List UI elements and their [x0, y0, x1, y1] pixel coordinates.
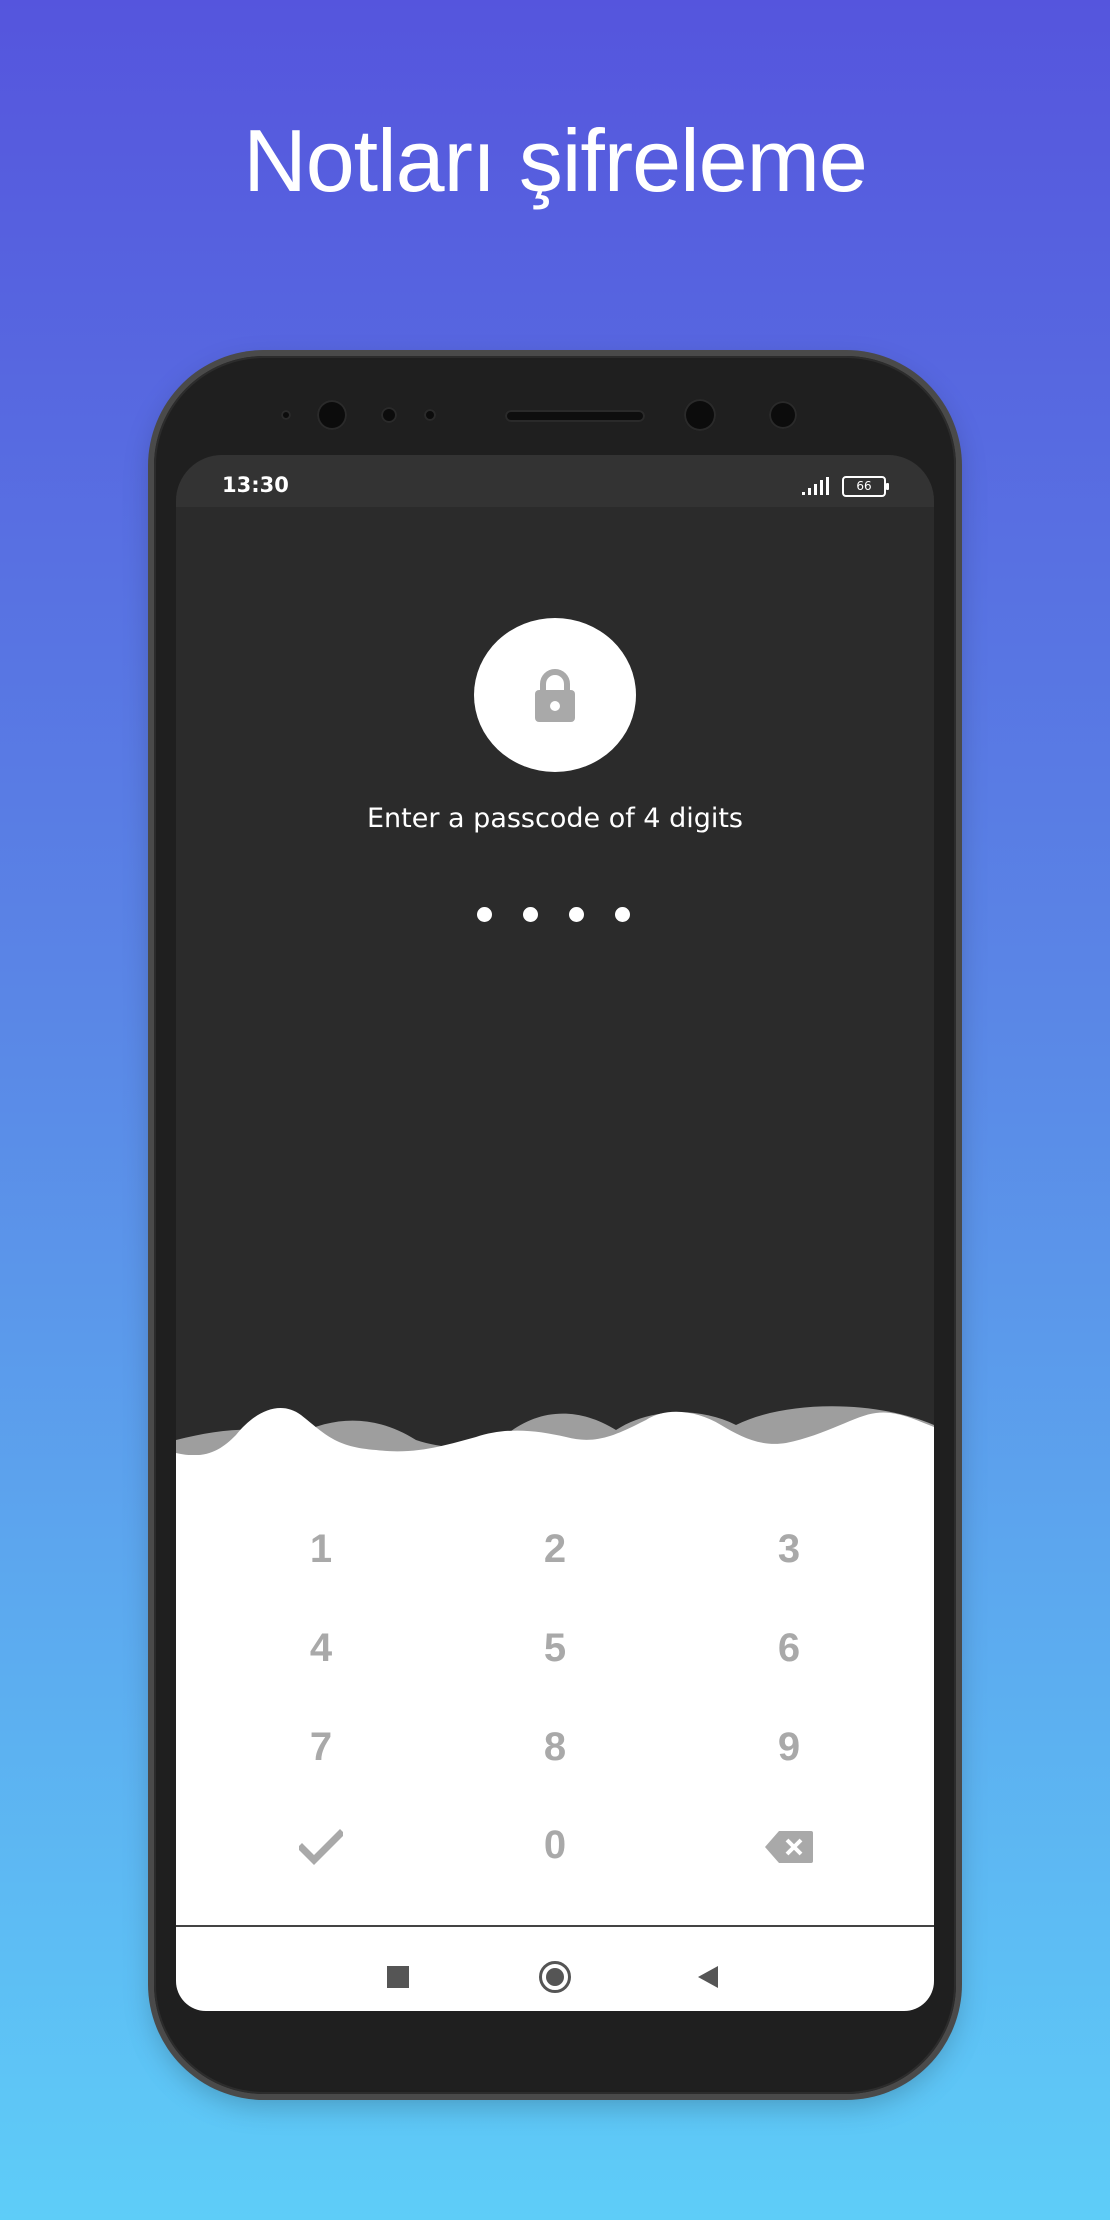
iris-camera-icon	[684, 399, 716, 431]
phone-screen: 13:30 66 Enter a passcode of 4 digits 1 …	[176, 455, 934, 2011]
passcode-prompt: Enter a passcode of 4 digits	[367, 803, 743, 834]
key-8[interactable]: 8	[455, 1707, 655, 1787]
sensor-dot	[381, 407, 397, 423]
confirm-button[interactable]	[221, 1805, 421, 1885]
key-5[interactable]: 5	[455, 1608, 655, 1688]
system-nav-bar	[176, 1925, 934, 2011]
passcode-dot	[523, 907, 538, 922]
key-0[interactable]: 0	[455, 1805, 655, 1885]
iris-sensor-icon	[769, 401, 797, 429]
page-headline: Notları şifreleme	[243, 111, 868, 210]
passcode-dots	[176, 907, 934, 927]
recents-square-icon[interactable]	[387, 1966, 409, 1988]
check-icon	[297, 1829, 345, 1866]
key-4[interactable]: 4	[221, 1608, 421, 1688]
signal-bars-icon	[802, 477, 829, 495]
battery-icon: 66	[842, 476, 886, 497]
front-camera-icon	[317, 400, 347, 430]
battery-tip	[886, 483, 889, 490]
status-bar: 13:30 66	[176, 455, 934, 507]
earpiece-speaker	[505, 410, 645, 422]
passcode-dot	[569, 907, 584, 922]
key-2[interactable]: 2	[455, 1509, 655, 1589]
key-6[interactable]: 6	[689, 1608, 889, 1688]
status-time: 13:30	[222, 473, 289, 497]
delete-button[interactable]	[689, 1805, 889, 1885]
home-circle-icon[interactable]	[539, 1961, 571, 1993]
passcode-dot	[477, 907, 492, 922]
key-1[interactable]: 1	[221, 1509, 421, 1589]
sensor-dot	[424, 409, 436, 421]
key-3[interactable]: 3	[689, 1509, 889, 1589]
wave-decoration	[176, 1406, 934, 1465]
back-triangle-icon[interactable]	[698, 1966, 718, 1988]
key-7[interactable]: 7	[221, 1707, 421, 1787]
sensor-dot	[281, 410, 291, 420]
lock-icon	[535, 669, 575, 722]
keypad: 1 2 3 4 5 6 7 8 9 0	[176, 1455, 934, 1925]
key-9[interactable]: 9	[689, 1707, 889, 1787]
lock-badge	[474, 618, 636, 772]
backspace-icon	[765, 1831, 813, 1864]
passcode-dot	[615, 907, 630, 922]
